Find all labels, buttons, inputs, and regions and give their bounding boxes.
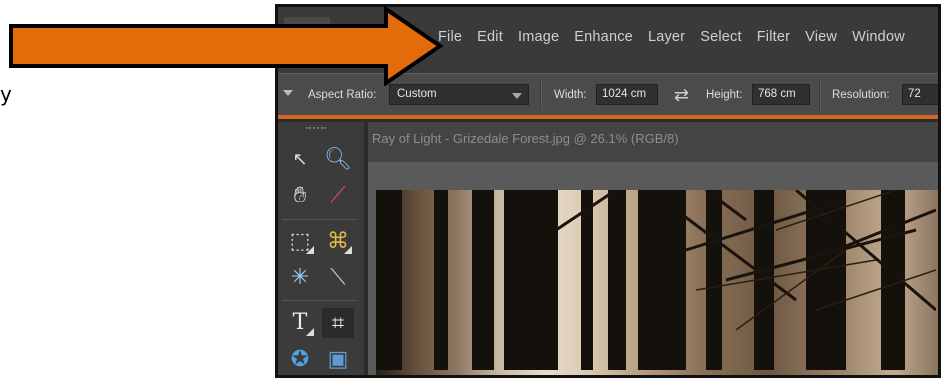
divider — [282, 300, 356, 301]
menu-view[interactable]: View — [805, 29, 837, 45]
recompose-tool-icon[interactable]: ▣ — [322, 344, 354, 374]
canvas-area — [368, 162, 938, 375]
type-tool-icon[interactable]: T — [284, 308, 316, 338]
tree-trunks-image — [376, 190, 937, 370]
tools-panel: ↖ 🔍︎ ✋︎ ⟋ ⬚ ⌘ ✳︎ ⟍ T ⌗ ✪ ▣ — [278, 122, 365, 375]
chevron-down-icon — [512, 93, 522, 99]
hand-tool-icon[interactable]: ✋︎ — [284, 180, 316, 210]
swap-dimensions-icon[interactable]: ⇄ — [674, 85, 689, 106]
eyedropper-tool-icon[interactable]: ⟋ — [322, 180, 354, 210]
divider — [282, 219, 356, 220]
menu-image[interactable]: Image — [518, 29, 559, 45]
menu-enhance[interactable]: Enhance — [574, 29, 633, 45]
accent-line — [278, 115, 938, 119]
rectangular-marquee-icon[interactable]: ⬚ — [284, 226, 316, 256]
document-tab[interactable]: Ray of Light - Grizedale Forest.jpg @ 26… — [368, 122, 938, 162]
width-input[interactable]: 1024 cm — [596, 84, 658, 105]
annotation-arrow-icon — [9, 6, 444, 86]
crop-tool-icon[interactable]: ⌗ — [322, 308, 354, 338]
zoom-tool-icon[interactable]: 🔍︎ — [322, 144, 354, 174]
height-input[interactable]: 768 cm — [752, 84, 810, 105]
width-label: Width: — [554, 89, 587, 101]
aspect-ratio-label: Aspect Ratio: — [308, 89, 377, 101]
move-tool-icon[interactable]: ↖ — [284, 144, 316, 174]
divider — [540, 80, 542, 110]
quick-selection-icon[interactable]: ⟍ — [322, 262, 354, 292]
resolution-label: Resolution: — [832, 89, 890, 101]
height-label: Height: — [706, 89, 743, 101]
menu-edit[interactable]: Edit — [477, 29, 503, 45]
forest-photo — [376, 190, 938, 375]
menu-window[interactable]: Window — [852, 29, 905, 45]
aspect-ratio-value: Custom — [397, 88, 437, 100]
menu-filter[interactable]: Filter — [757, 29, 790, 45]
aspect-ratio-select[interactable]: Custom — [389, 84, 529, 105]
resolution-input[interactable]: 72 — [902, 84, 938, 105]
menu-items: File Edit Image Enhance Layer Select Fil… — [438, 29, 920, 45]
magic-wand-icon[interactable]: ✳︎ — [284, 262, 316, 292]
tool-preset-chevron-down-icon[interactable] — [283, 90, 293, 96]
panel-grip[interactable] — [306, 127, 326, 131]
polygonal-lasso-icon[interactable]: ⌘ — [322, 226, 354, 256]
divider — [819, 80, 821, 110]
menu-select[interactable]: Select — [700, 29, 742, 45]
menu-layer[interactable]: Layer — [648, 29, 685, 45]
cookie-cutter-icon[interactable]: ✪ — [284, 344, 316, 374]
